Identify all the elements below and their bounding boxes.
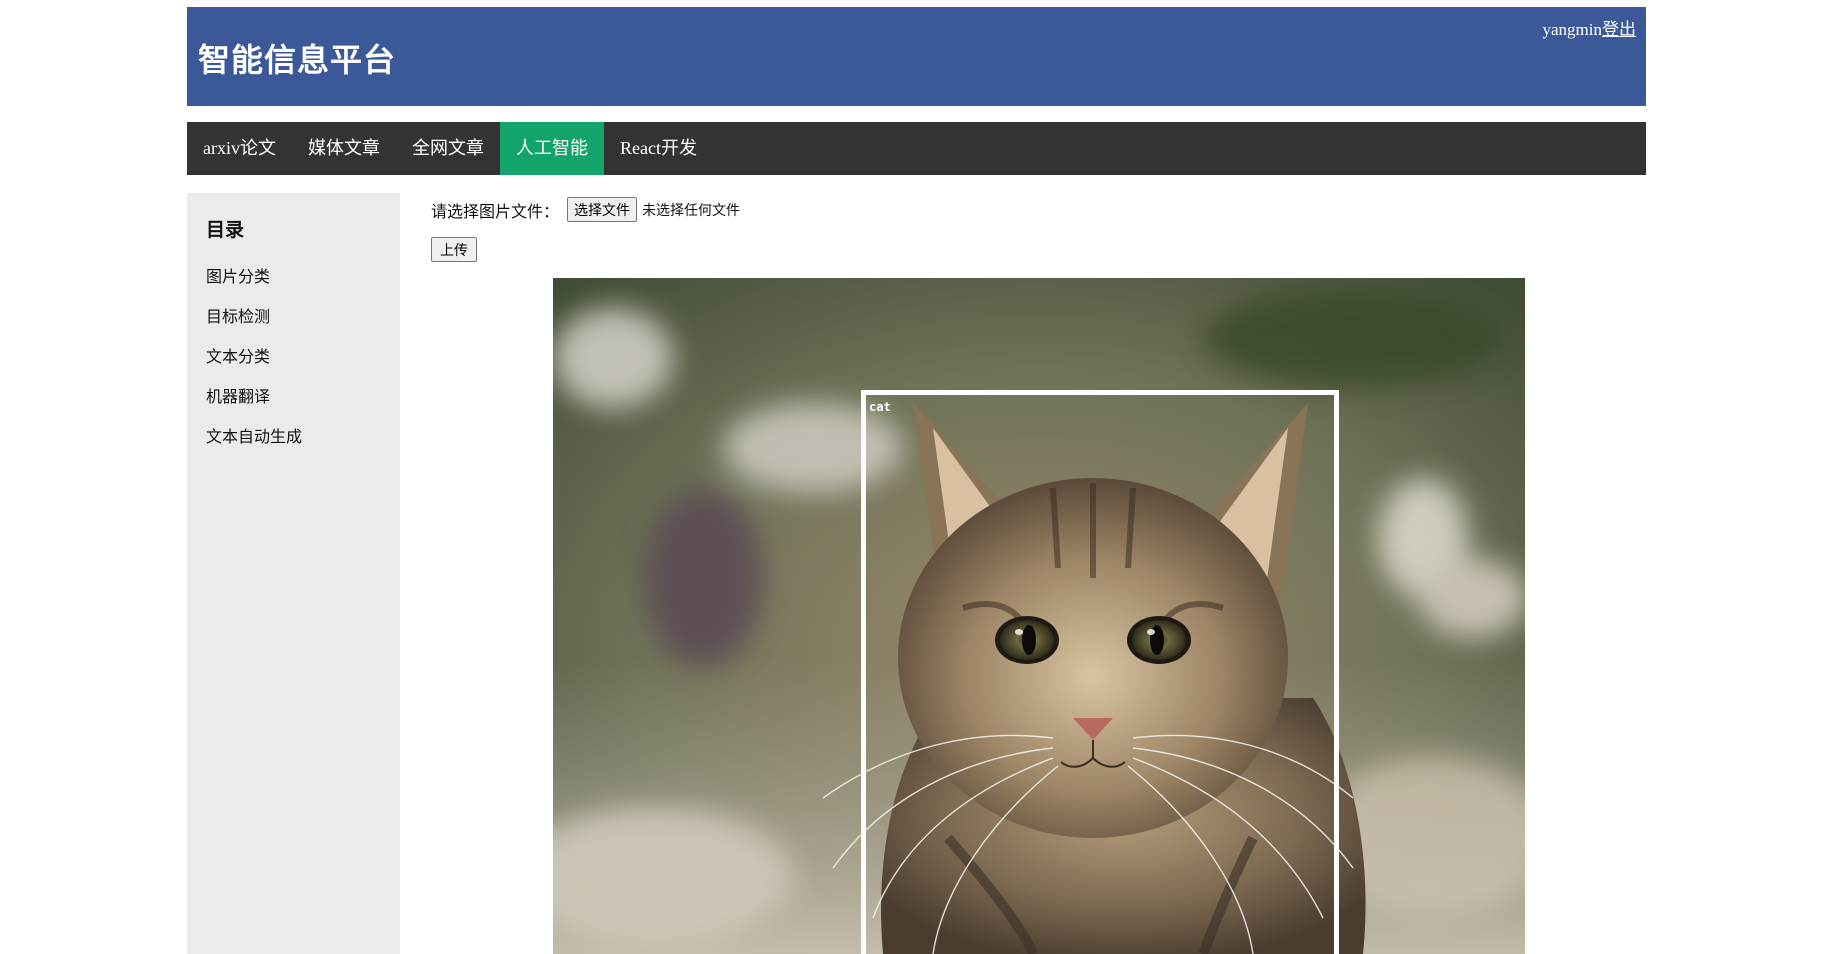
sidebar-item-text-generation[interactable]: 文本自动生成 — [206, 423, 302, 463]
no-file-selected-text: 未选择任何文件 — [642, 200, 740, 220]
sidebar: 目录 图片分类 目标检测 文本分类 机器翻译 文本自动生成 — [187, 193, 400, 954]
site-title: 智能信息平台 — [198, 35, 396, 81]
sidebar-item-object-detection[interactable]: 目标检测 — [206, 303, 302, 343]
sidebar-item-machine-translation[interactable]: 机器翻译 — [206, 383, 302, 423]
kitten-photo: cat — [553, 278, 1525, 954]
logout-link[interactable]: 登出 — [1602, 20, 1636, 39]
detection-result-image: cat — [553, 278, 1525, 954]
detection-label: cat — [869, 400, 891, 414]
nav-item-react[interactable]: React开发 — [604, 122, 713, 175]
page-container: 智能信息平台 yangmin登出 arxiv论文 媒体文章 全网文章 人工智能 … — [187, 7, 1646, 106]
file-prompt-label: 请选择图片文件： — [431, 198, 559, 222]
file-picker-row: 请选择图片文件： 选择文件 未选择任何文件 — [431, 197, 740, 222]
sidebar-title: 目录 — [206, 215, 244, 242]
sidebar-item-image-classification[interactable]: 图片分类 — [206, 263, 302, 303]
user-area: yangmin登出 — [1543, 15, 1637, 40]
site-header: 智能信息平台 yangmin登出 — [187, 7, 1646, 106]
upload-button[interactable]: 上传 — [431, 237, 477, 262]
main-navbar: arxiv论文 媒体文章 全网文章 人工智能 React开发 — [187, 122, 1646, 175]
sidebar-menu: 图片分类 目标检测 文本分类 机器翻译 文本自动生成 — [206, 263, 302, 463]
choose-file-button[interactable]: 选择文件 — [567, 197, 637, 222]
nav-item-ai[interactable]: 人工智能 — [500, 122, 604, 175]
nav-item-web-articles[interactable]: 全网文章 — [396, 122, 500, 175]
nav-item-arxiv[interactable]: arxiv论文 — [187, 122, 292, 175]
username: yangmin — [1543, 20, 1603, 39]
nav-item-media-articles[interactable]: 媒体文章 — [292, 122, 396, 175]
sidebar-item-text-classification[interactable]: 文本分类 — [206, 343, 302, 383]
